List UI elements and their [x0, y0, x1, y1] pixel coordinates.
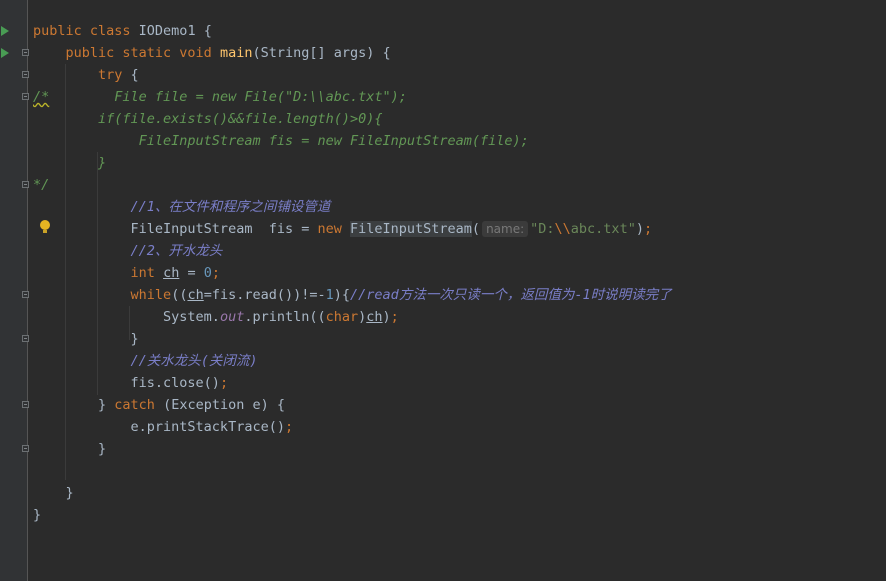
code-token: //1、在文件和程序之间铺设管道	[130, 199, 331, 215]
code-token: ;	[284, 419, 294, 435]
code-line[interactable]: fis.close();	[33, 372, 229, 394]
code-token: ((	[171, 287, 188, 303]
code-line[interactable]: System.out.println((char)ch);	[33, 306, 399, 328]
code-token: if(file.exists()&&file.length()>0){	[33, 111, 383, 127]
code-line[interactable]: } catch (Exception e) {	[33, 394, 285, 416]
code-line[interactable]: //2、开水龙头	[33, 240, 223, 262]
code-line[interactable]: FileInputStream fis = new FileInputStrea…	[33, 218, 652, 240]
lightbulb-icon[interactable]	[40, 220, 50, 233]
code-token: e.printStackTrace()	[33, 419, 285, 435]
code-token: .println((	[244, 309, 326, 325]
code-token: }	[33, 331, 139, 347]
fold-icon[interactable]	[22, 181, 29, 188]
code-token: ch	[187, 287, 204, 303]
code-line[interactable]: }	[33, 152, 106, 174]
code-line[interactable]: public class IODemo1 {	[33, 20, 212, 42]
code-line[interactable]: }	[33, 328, 139, 350]
code-token: while	[130, 287, 172, 303]
code-token: ;	[211, 265, 220, 281]
code-token: File file = new File("D:\\abc.txt");	[49, 89, 407, 105]
code-token: public class	[33, 23, 139, 39]
code-token: abc.txt"	[570, 221, 636, 237]
code-line[interactable]: //1、在文件和程序之间铺设管道	[33, 196, 331, 218]
code-token: (	[471, 221, 481, 237]
code-token: )	[382, 309, 391, 325]
fold-icon[interactable]	[22, 291, 29, 298]
code-token: FileInputStream	[350, 221, 472, 237]
code-line[interactable]: while((ch=fis.read())!=-1){//read方法一次只读一…	[33, 284, 672, 306]
code-token: ;	[390, 309, 399, 325]
code-token: ;	[643, 221, 653, 237]
code-token: IODemo1 {	[138, 23, 212, 39]
run-icon[interactable]	[1, 48, 9, 58]
editor-gutter	[0, 0, 29, 581]
code-token: /*	[33, 89, 50, 105]
code-token: ){	[333, 287, 351, 303]
code-token: )	[635, 221, 644, 237]
code-token: public static void	[65, 45, 220, 61]
code-token: }	[33, 485, 74, 501]
code-token: =	[179, 265, 204, 281]
fold-icon[interactable]	[22, 49, 29, 56]
code-token: ;	[219, 375, 229, 391]
code-token: ch	[163, 265, 180, 281]
code-line[interactable]: //关水龙头(关闭流)	[33, 350, 258, 372]
fold-icon[interactable]	[22, 445, 29, 452]
parameter-hint: name:	[482, 221, 529, 237]
code-token: fis.close()	[33, 375, 220, 391]
code-line[interactable]: }	[33, 504, 41, 526]
code-line[interactable]: e.printStackTrace();	[33, 416, 294, 438]
code-token: ch	[366, 309, 383, 325]
code-token: {	[130, 67, 139, 83]
code-token: =fis.read())!=-	[203, 287, 326, 303]
run-icon[interactable]	[1, 26, 9, 36]
code-token: }	[33, 155, 107, 171]
code-token: //read方法一次只读一个，返回值为-1时说明读完了	[350, 287, 672, 303]
code-token: catch	[114, 397, 164, 413]
code-line[interactable]: }	[33, 482, 74, 504]
code-token: 0	[203, 265, 212, 281]
fold-icon[interactable]	[22, 71, 29, 78]
fold-icon[interactable]	[22, 335, 29, 342]
code-token: //关水龙头(关闭流)	[130, 353, 258, 369]
code-token: char	[325, 309, 359, 325]
code-token: (Exception e) {	[163, 397, 285, 413]
code-line[interactable]: try {	[33, 64, 139, 86]
fold-icon[interactable]	[22, 93, 29, 100]
code-token: int	[130, 265, 164, 281]
code-token: }	[33, 397, 115, 413]
fold-icon[interactable]	[22, 401, 29, 408]
code-token: out	[219, 309, 245, 325]
code-token: 1	[325, 287, 334, 303]
code-token: "D:	[530, 221, 555, 237]
code-line[interactable]: }	[33, 438, 106, 460]
code-token: new	[317, 221, 350, 237]
code-line[interactable]: if(file.exists()&&file.length()>0){	[33, 108, 383, 130]
code-token: //2、开水龙头	[130, 243, 223, 259]
code-token: (String[] args) {	[252, 45, 391, 61]
code-token: FileInputStream fis =	[33, 221, 318, 237]
code-token: }	[33, 507, 42, 523]
code-line[interactable]: FileInputStream fis = new FileInputStrea…	[33, 130, 529, 152]
code-token: */	[33, 177, 50, 193]
code-line[interactable]: public static void main(String[] args) {	[33, 42, 391, 64]
code-token: \\	[554, 221, 571, 237]
code-token: try	[98, 67, 131, 83]
code-line[interactable]: int ch = 0;	[33, 262, 220, 284]
code-line[interactable]: /* File file = new File("D:\\abc.txt");	[33, 86, 407, 108]
code-token: }	[33, 441, 107, 457]
code-token: main	[219, 45, 253, 61]
code-token: FileInputStream fis = new FileInputStrea…	[33, 133, 529, 149]
code-token: System.	[33, 309, 220, 325]
code-line[interactable]: */	[33, 174, 49, 196]
